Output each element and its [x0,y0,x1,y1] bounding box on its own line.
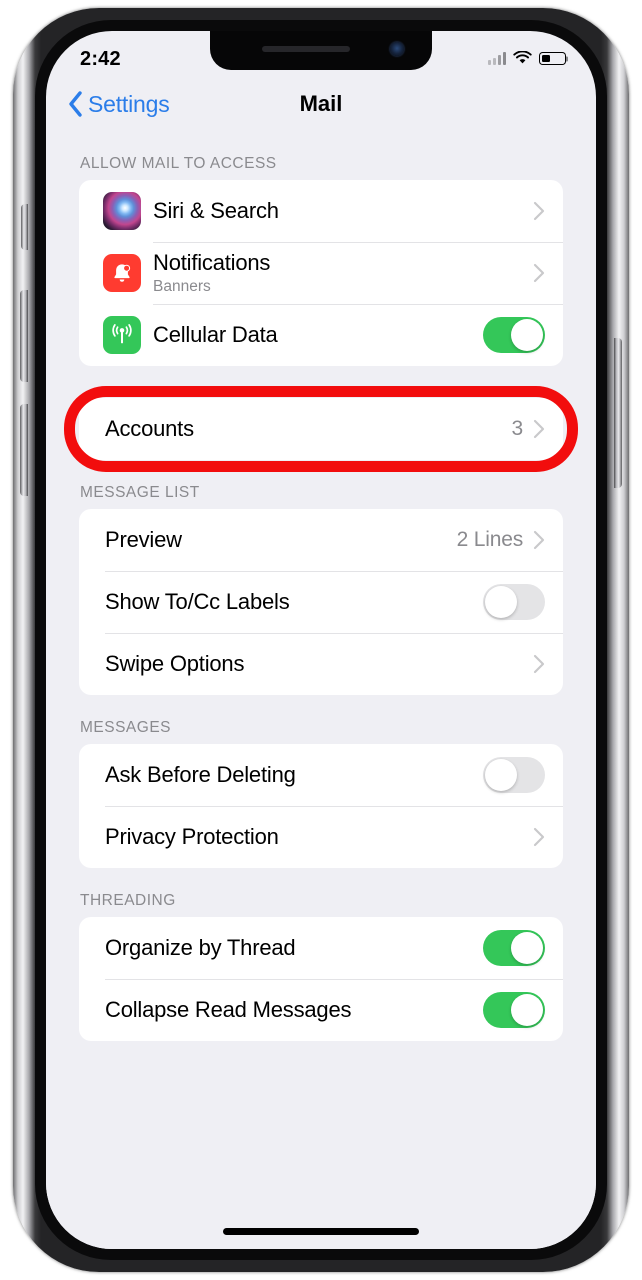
chevron-right-icon [533,654,545,674]
row-text: Cellular Data [153,322,483,347]
settings-row-accounts[interactable]: Accounts 3 [79,398,563,460]
settings-row-siri-and-search[interactable]: Siri & Search [79,180,563,242]
volume-down-button[interactable] [20,404,28,496]
power-button[interactable] [614,338,622,488]
display-notch [210,31,432,70]
phone-screen: 2:42 Settings Mail ALLOW MAIL TO ACCESS … [46,31,596,1249]
settings-row-label: Organize by Thread [105,935,296,961]
row-text: Siri & Search [153,198,533,223]
section-messages: MESSAGES Ask Before Deleting Privacy Pro… [46,695,596,868]
earpiece-speaker-icon [262,46,350,52]
status-bar-indicators [487,51,569,67]
iphone-device-frame: 2:42 Settings Mail ALLOW MAIL TO ACCESS … [13,8,629,1272]
section-header-allow-mail-to-access: ALLOW MAIL TO ACCESS [80,155,277,172]
cellular-signal-icon [487,52,506,65]
settings-row-label: Privacy Protection [105,824,279,850]
section-threading: THREADING Organize by Thread Collapse Re… [46,868,596,1041]
settings-row-preview[interactable]: Preview 2 Lines [79,509,563,571]
status-bar-time: 2:42 [80,47,121,70]
row-text: Show To/Cc Labels [79,589,483,614]
settings-scroll-content[interactable]: ALLOW MAIL TO ACCESS Siri & Search Notif… [46,131,596,1249]
notifications-bell-icon [103,254,141,292]
toggle-cellular-data[interactable] [483,317,545,353]
row-text: Accounts [79,416,512,441]
settings-card: Ask Before Deleting Privacy Protection [79,744,563,868]
settings-row-label: Show To/Cc Labels [105,589,290,615]
toggle-show-to-cc-labels[interactable] [483,584,545,620]
settings-row-subtitle: Banners [153,278,211,296]
toggle-organize-by-thread[interactable] [483,930,545,966]
settings-card: Preview 2 Lines Show To/Cc Labels Swipe … [79,509,563,695]
settings-row-label: Accounts [105,416,194,442]
section-header-threading: THREADING [80,892,176,909]
settings-row-ask-before-deleting[interactable]: Ask Before Deleting [79,744,563,806]
settings-row-organize-by-thread[interactable]: Organize by Thread [79,917,563,979]
settings-card: Siri & Search Notifications Banners Cell… [79,180,563,366]
row-text: Organize by Thread [79,935,483,960]
row-text: Notifications Banners [153,250,533,296]
silent-switch-button[interactable] [21,204,28,250]
row-text: Ask Before Deleting [79,762,483,787]
settings-row-label: Ask Before Deleting [105,762,296,788]
settings-card: Organize by Thread Collapse Read Message… [79,917,563,1041]
chevron-right-icon [533,827,545,847]
section-message-list: MESSAGE LIST Preview 2 Lines Show To/Cc … [46,460,596,695]
chevron-right-icon [533,530,545,550]
settings-row-label: Swipe Options [105,651,245,677]
row-text: Privacy Protection [79,824,533,849]
settings-row-show-to-cc-labels[interactable]: Show To/Cc Labels [79,571,563,633]
settings-row-label: Preview [105,527,182,553]
settings-row-label: Collapse Read Messages [105,997,352,1023]
settings-card: Accounts 3 [79,398,563,460]
siri-icon [103,192,141,230]
settings-row-privacy-protection[interactable]: Privacy Protection [79,806,563,868]
chevron-right-icon [533,263,545,283]
settings-row-cellular-data[interactable]: Cellular Data [79,304,563,366]
home-indicator[interactable] [223,1228,419,1235]
toggle-collapse-read-messages[interactable] [483,992,545,1028]
settings-row-label: Siri & Search [153,198,279,224]
preview-value: 2 Lines [456,528,524,551]
battery-icon [539,52,569,65]
row-text: Collapse Read Messages [79,997,483,1022]
volume-up-button[interactable] [20,290,28,382]
cellular-data-icon [103,316,141,354]
settings-row-collapse-read-messages[interactable]: Collapse Read Messages [79,979,563,1041]
wifi-icon [513,51,532,64]
section-header-message-list: MESSAGE LIST [80,484,200,501]
back-button-label: Settings [88,90,170,117]
front-camera-icon [390,42,404,56]
section-allow-mail-to-access: ALLOW MAIL TO ACCESS Siri & Search Notif… [46,131,596,366]
settings-row-swipe-options[interactable]: Swipe Options [79,633,563,695]
accounts-count-value: 3 [511,417,524,440]
back-to-settings-button[interactable]: Settings [46,91,170,118]
toggle-ask-before-deleting[interactable] [483,757,545,793]
section-header-messages: MESSAGES [80,719,171,736]
navigation-bar: Settings Mail [46,77,596,131]
chevron-left-icon [69,91,82,117]
row-text: Swipe Options [79,651,533,676]
chevron-right-icon [533,201,545,221]
chevron-right-icon [533,419,545,439]
section-accounts: Accounts 3 [46,386,596,472]
settings-row-label: Notifications [153,249,271,275]
settings-row-notifications[interactable]: Notifications Banners [79,242,563,304]
settings-row-label: Cellular Data [153,322,278,348]
row-text: Preview [79,527,457,552]
